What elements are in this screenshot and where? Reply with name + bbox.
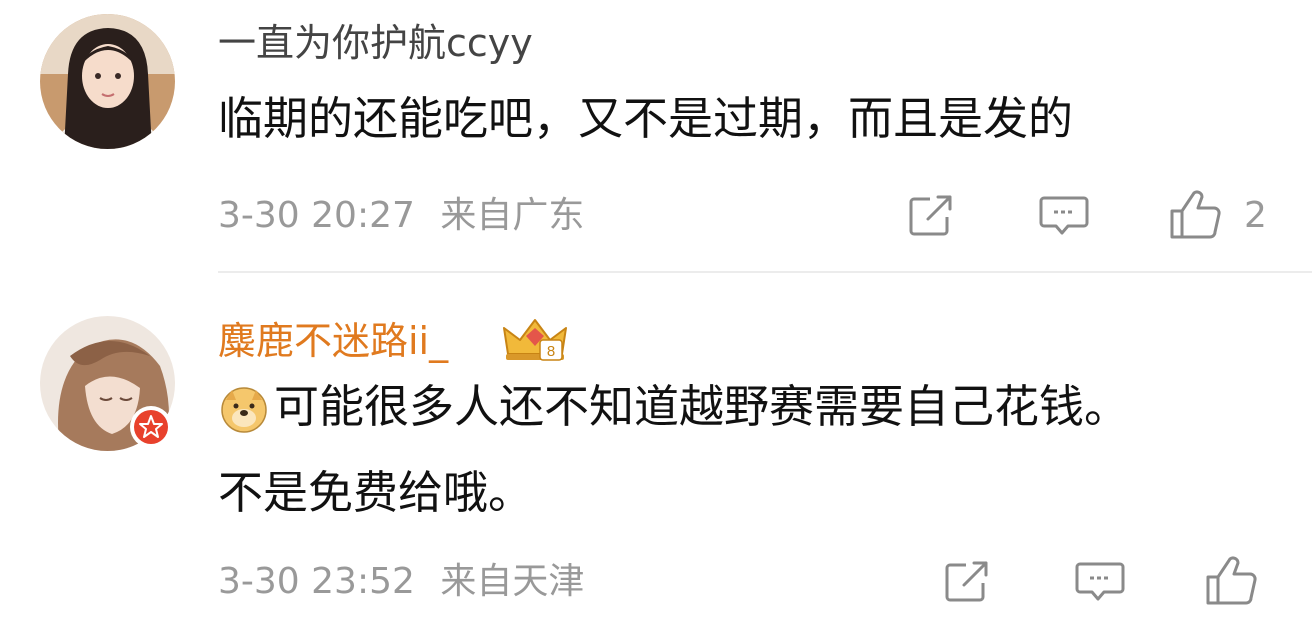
comment-text: 可能很多人还不知道越野赛需要自己花钱。 bbox=[218, 372, 1129, 442]
comment-location: 来自广东 bbox=[440, 195, 585, 236]
comment-meta: 3-30 20:27 来自广东 bbox=[218, 194, 584, 238]
comment-location: 来自天津 bbox=[440, 561, 585, 602]
comment-item: 麋鹿不迷路ii_ 8 可能很多人还不知道越野赛需要自己花钱。 不是免费给哦。 3… bbox=[0, 272, 1312, 635]
username-text[interactable]: 麋鹿不迷路ii_ bbox=[218, 319, 448, 363]
comment-item: 一直为你护航ccyy 临期的还能吃吧，又不是过期，而且是发的 3-30 20:2… bbox=[0, 0, 1312, 272]
like-count: 2 bbox=[1244, 195, 1267, 236]
comment-text-line1: 可能很多人还不知道越野赛需要自己花钱。 bbox=[274, 380, 1130, 433]
share-icon[interactable] bbox=[906, 193, 956, 239]
comment-icon[interactable] bbox=[1038, 193, 1090, 239]
comment-text-line2: 不是免费给哦。 bbox=[218, 466, 534, 519]
comment-icon[interactable] bbox=[1074, 559, 1126, 605]
thumbs-up-icon[interactable] bbox=[1168, 189, 1224, 241]
username[interactable]: 麋鹿不迷路ii_ bbox=[218, 318, 448, 364]
comment-text: 临期的还能吃吧，又不是过期，而且是发的 bbox=[218, 92, 1074, 145]
thumbs-up-icon[interactable] bbox=[1204, 555, 1260, 607]
username[interactable]: 一直为你护航ccyy bbox=[218, 20, 533, 66]
avatar[interactable] bbox=[40, 14, 175, 149]
red-star-verified-icon bbox=[130, 406, 172, 448]
comment-time: 3-30 20:27 bbox=[218, 195, 415, 236]
comment-meta: 3-30 23:52 来自天津 bbox=[218, 560, 584, 604]
share-icon[interactable] bbox=[942, 559, 992, 605]
crown-badge-icon[interactable]: 8 bbox=[500, 314, 570, 364]
svg-text:8: 8 bbox=[547, 343, 555, 360]
comment-time: 3-30 23:52 bbox=[218, 561, 415, 602]
